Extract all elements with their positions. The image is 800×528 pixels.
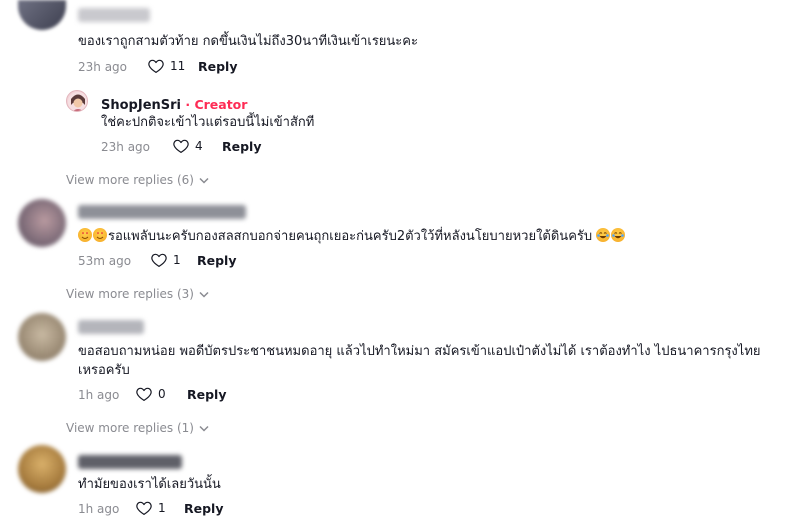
avatar[interactable]: [18, 313, 66, 361]
comment-time: 53m ago: [78, 254, 132, 268]
creator-avatar[interactable]: [66, 90, 88, 112]
avatar[interactable]: [18, 445, 66, 493]
like-count: 1: [158, 501, 166, 515]
reply-button[interactable]: Reply: [222, 139, 261, 154]
comment-text-line-2: เหรอครับ: [78, 363, 130, 378]
username-blurred[interactable]: [78, 8, 150, 22]
heart-outline-icon: [151, 253, 167, 267]
chevron-down-icon: [199, 287, 209, 301]
like-count: 1: [173, 253, 181, 267]
like-button[interactable]: 11: [148, 59, 185, 73]
face-with-tears-of-joy-icon: [611, 228, 626, 242]
like-count: 11: [170, 59, 186, 73]
creator-badge: Creator: [194, 97, 248, 112]
creator-avatar-image: [68, 92, 87, 111]
avatar[interactable]: [18, 0, 66, 30]
view-more-replies[interactable]: View more replies (1): [66, 421, 209, 435]
like-count: 0: [158, 387, 166, 401]
chevron-down-icon: [199, 421, 209, 435]
reply-button[interactable]: Reply: [187, 387, 226, 402]
like-button[interactable]: 0: [136, 387, 166, 401]
heart-outline-icon: [148, 59, 164, 73]
comment-time: 1h ago: [78, 502, 120, 516]
view-more-label: View more replies (3): [66, 287, 194, 301]
username-blurred[interactable]: [78, 455, 182, 469]
like-button[interactable]: 1: [151, 253, 181, 267]
creator-username[interactable]: ShopJenSri: [101, 98, 181, 113]
like-button[interactable]: 1: [136, 501, 166, 515]
heart-outline-icon: [136, 387, 152, 401]
comment-text-body: รอแพลับนะครับกองสลสกบอกจ่ายคนถุกเยอะก่นค…: [108, 229, 593, 244]
comment-text: ของเราถูกสามตัวท้าย กดขึ้นเงินไม่ถึง30นา…: [78, 34, 418, 49]
creator-header: ShopJenSri · Creator: [101, 94, 247, 113]
reply-text: ใช่คะปกติจะเข้าไวแต่รอบนี้ไม่เข้าสักที: [101, 115, 315, 130]
avatar[interactable]: [18, 199, 66, 247]
smiling-face-with-heart-eyes-icon: [78, 228, 92, 242]
username-blurred[interactable]: [78, 205, 246, 219]
view-more-replies[interactable]: View more replies (6): [66, 173, 209, 187]
creator-separator: ·: [181, 97, 195, 112]
face-with-tears-of-joy-icon: [596, 228, 611, 242]
heart-outline-icon: [173, 139, 189, 153]
reply-button[interactable]: Reply: [184, 501, 223, 516]
reply-time: 23h ago: [101, 140, 151, 154]
smiling-face-with-heart-eyes-icon: [93, 228, 107, 242]
comment-text: ทำมัยของเราได้เลยวันนั้น: [78, 477, 221, 492]
like-count: 4: [195, 139, 203, 153]
view-more-label: View more replies (6): [66, 173, 194, 187]
heart-outline-icon: [136, 501, 152, 515]
username-blurred[interactable]: [78, 320, 144, 334]
reply-button[interactable]: Reply: [198, 59, 237, 74]
comment-time: 23h ago: [78, 60, 128, 74]
view-more-replies[interactable]: View more replies (3): [66, 287, 209, 301]
reply-like-button[interactable]: 4: [173, 139, 203, 153]
comment-time: 1h ago: [78, 388, 120, 402]
comment-text: รอแพลับนะครับกองสลสกบอกจ่ายคนถุกเยอะก่นค…: [78, 227, 626, 246]
chevron-down-icon: [199, 173, 209, 187]
reply-button[interactable]: Reply: [197, 253, 236, 268]
view-more-label: View more replies (1): [66, 421, 194, 435]
comment-text-line-1: ขอสอบถามหน่อย พอดีบัตรประชาชนหมดอายุ แล้…: [78, 344, 761, 359]
